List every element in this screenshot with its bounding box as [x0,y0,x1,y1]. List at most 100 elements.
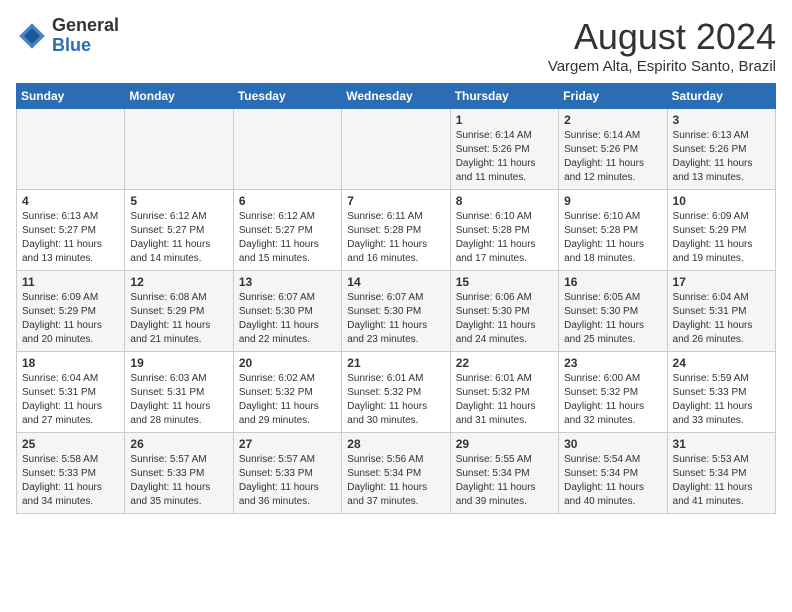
calendar-cell: 6 Sunrise: 6:12 AM Sunset: 5:27 PM Daylig… [233,190,341,271]
page-header: General Blue August 2024 Vargem Alta, Es… [16,16,776,75]
day-info: Sunrise: 6:07 AM Sunset: 5:30 PM Dayligh… [347,291,444,347]
day-info: Sunrise: 6:08 AM Sunset: 5:29 PM Dayligh… [130,291,227,347]
day-info: Sunrise: 5:57 AM Sunset: 5:33 PM Dayligh… [130,453,227,509]
weekday-header: Saturday [667,84,775,109]
day-number: 2 [564,113,661,127]
logo-text: General Blue [52,16,119,56]
calendar-cell: 27Sunrise: 5:57 AM Sunset: 5:33 PM Dayli… [233,433,341,514]
calendar-cell: 25 Sunrise: 5:58 AM Sunset: 5:33 PM Dayli… [17,433,125,514]
day-number: 25 [22,437,119,451]
day-number: 30 [564,437,661,451]
day-info: Sunrise: 6:03 AM Sunset: 5:31 PM Dayligh… [130,372,227,428]
calendar-week-row: 1 Sunrise: 6:14 AM Sunset: 5:26 PM Daylig… [17,109,776,190]
day-number: 10 [673,194,770,208]
calendar-cell: 7 Sunrise: 6:11 AM Sunset: 5:28 PM Daylig… [342,190,450,271]
calendar-week-row: 11Sunrise: 6:09 AM Sunset: 5:29 PM Dayli… [17,271,776,352]
day-info: Sunrise: 6:13 AM Sunset: 5:26 PM Dayligh… [673,129,770,185]
day-info: Sunrise: 6:07 AM Sunset: 5:30 PM Dayligh… [239,291,336,347]
day-info: Sunrise: 5:58 AM Sunset: 5:33 PM Dayligh… [22,453,119,509]
calendar-cell: 20 Sunrise: 6:02 AM Sunset: 5:32 PM Dayli… [233,352,341,433]
calendar-cell: 31 Sunrise: 5:53 AM Sunset: 5:34 PM Dayli… [667,433,775,514]
location: Vargem Alta, Espirito Santo, Brazil [548,58,776,75]
day-number: 13 [239,275,336,289]
weekday-header: Thursday [450,84,558,109]
day-number: 16 [564,275,661,289]
day-number: 7 [347,194,444,208]
day-info: Sunrise: 5:57 AM Sunset: 5:33 PM Dayligh… [239,453,336,509]
day-info: Sunrise: 6:04 AM Sunset: 5:31 PM Dayligh… [22,372,119,428]
day-number: 17 [673,275,770,289]
day-info: Sunrise: 6:01 AM Sunset: 5:32 PM Dayligh… [347,372,444,428]
day-info: Sunrise: 6:14 AM Sunset: 5:26 PM Dayligh… [456,129,553,185]
day-number: 28 [347,437,444,451]
logo-blue: Blue [52,36,119,56]
calendar-cell: 3Sunrise: 6:13 AM Sunset: 5:26 PM Daylig… [667,109,775,190]
day-number: 19 [130,356,227,370]
calendar-cell: 13 Sunrise: 6:07 AM Sunset: 5:30 PM Dayli… [233,271,341,352]
calendar-cell: 17 Sunrise: 6:04 AM Sunset: 5:31 PM Dayli… [667,271,775,352]
day-number: 31 [673,437,770,451]
day-number: 23 [564,356,661,370]
calendar-cell: 22 Sunrise: 6:01 AM Sunset: 5:32 PM Dayli… [450,352,558,433]
logo: General Blue [16,16,119,56]
day-info: Sunrise: 5:53 AM Sunset: 5:34 PM Dayligh… [673,453,770,509]
calendar-cell: 5 Sunrise: 6:12 AM Sunset: 5:27 PM Daylig… [125,190,233,271]
calendar-cell [233,109,341,190]
weekday-header: Friday [559,84,667,109]
calendar-cell: 28 Sunrise: 5:56 AM Sunset: 5:34 PM Dayli… [342,433,450,514]
day-number: 24 [673,356,770,370]
day-number: 22 [456,356,553,370]
calendar-header-row: SundayMondayTuesdayWednesdayThursdayFrid… [17,84,776,109]
day-info: Sunrise: 6:12 AM Sunset: 5:27 PM Dayligh… [239,210,336,266]
day-number: 14 [347,275,444,289]
calendar-cell: 4Sunrise: 6:13 AM Sunset: 5:27 PM Daylig… [17,190,125,271]
day-number: 5 [130,194,227,208]
calendar-table: SundayMondayTuesdayWednesdayThursdayFrid… [16,83,776,514]
calendar-cell: 9 Sunrise: 6:10 AM Sunset: 5:28 PM Daylig… [559,190,667,271]
day-number: 6 [239,194,336,208]
calendar-cell: 23 Sunrise: 6:00 AM Sunset: 5:32 PM Dayli… [559,352,667,433]
day-info: Sunrise: 5:54 AM Sunset: 5:34 PM Dayligh… [564,453,661,509]
day-info: Sunrise: 6:12 AM Sunset: 5:27 PM Dayligh… [130,210,227,266]
day-info: Sunrise: 6:10 AM Sunset: 5:28 PM Dayligh… [564,210,661,266]
day-number: 8 [456,194,553,208]
day-info: Sunrise: 6:13 AM Sunset: 5:27 PM Dayligh… [22,210,119,266]
calendar-cell [17,109,125,190]
day-info: Sunrise: 5:55 AM Sunset: 5:34 PM Dayligh… [456,453,553,509]
calendar-cell: 8Sunrise: 6:10 AM Sunset: 5:28 PM Daylig… [450,190,558,271]
calendar-cell: 24 Sunrise: 5:59 AM Sunset: 5:33 PM Dayli… [667,352,775,433]
calendar-week-row: 25 Sunrise: 5:58 AM Sunset: 5:33 PM Dayli… [17,433,776,514]
day-number: 20 [239,356,336,370]
calendar-cell: 2 Sunrise: 6:14 AM Sunset: 5:26 PM Daylig… [559,109,667,190]
day-number: 11 [22,275,119,289]
day-info: Sunrise: 6:01 AM Sunset: 5:32 PM Dayligh… [456,372,553,428]
day-info: Sunrise: 6:04 AM Sunset: 5:31 PM Dayligh… [673,291,770,347]
day-info: Sunrise: 6:06 AM Sunset: 5:30 PM Dayligh… [456,291,553,347]
calendar-cell: 1 Sunrise: 6:14 AM Sunset: 5:26 PM Daylig… [450,109,558,190]
logo-general: General [52,16,119,36]
calendar-cell [342,109,450,190]
weekday-header: Monday [125,84,233,109]
day-info: Sunrise: 6:02 AM Sunset: 5:32 PM Dayligh… [239,372,336,428]
day-number: 1 [456,113,553,127]
calendar-cell: 12Sunrise: 6:08 AM Sunset: 5:29 PM Dayli… [125,271,233,352]
day-number: 18 [22,356,119,370]
day-info: Sunrise: 5:59 AM Sunset: 5:33 PM Dayligh… [673,372,770,428]
weekday-header: Tuesday [233,84,341,109]
calendar-cell: 18 Sunrise: 6:04 AM Sunset: 5:31 PM Dayli… [17,352,125,433]
day-number: 15 [456,275,553,289]
day-info: Sunrise: 5:56 AM Sunset: 5:34 PM Dayligh… [347,453,444,509]
calendar-cell: 26Sunrise: 5:57 AM Sunset: 5:33 PM Dayli… [125,433,233,514]
title-block: August 2024 Vargem Alta, Espirito Santo,… [548,16,776,75]
month-title: August 2024 [548,16,776,58]
day-info: Sunrise: 6:11 AM Sunset: 5:28 PM Dayligh… [347,210,444,266]
calendar-week-row: 4Sunrise: 6:13 AM Sunset: 5:27 PM Daylig… [17,190,776,271]
day-number: 21 [347,356,444,370]
day-info: Sunrise: 6:00 AM Sunset: 5:32 PM Dayligh… [564,372,661,428]
weekday-header: Sunday [17,84,125,109]
calendar-cell: 15 Sunrise: 6:06 AM Sunset: 5:30 PM Dayli… [450,271,558,352]
calendar-cell: 11Sunrise: 6:09 AM Sunset: 5:29 PM Dayli… [17,271,125,352]
day-info: Sunrise: 6:09 AM Sunset: 5:29 PM Dayligh… [673,210,770,266]
day-info: Sunrise: 6:14 AM Sunset: 5:26 PM Dayligh… [564,129,661,185]
day-number: 9 [564,194,661,208]
